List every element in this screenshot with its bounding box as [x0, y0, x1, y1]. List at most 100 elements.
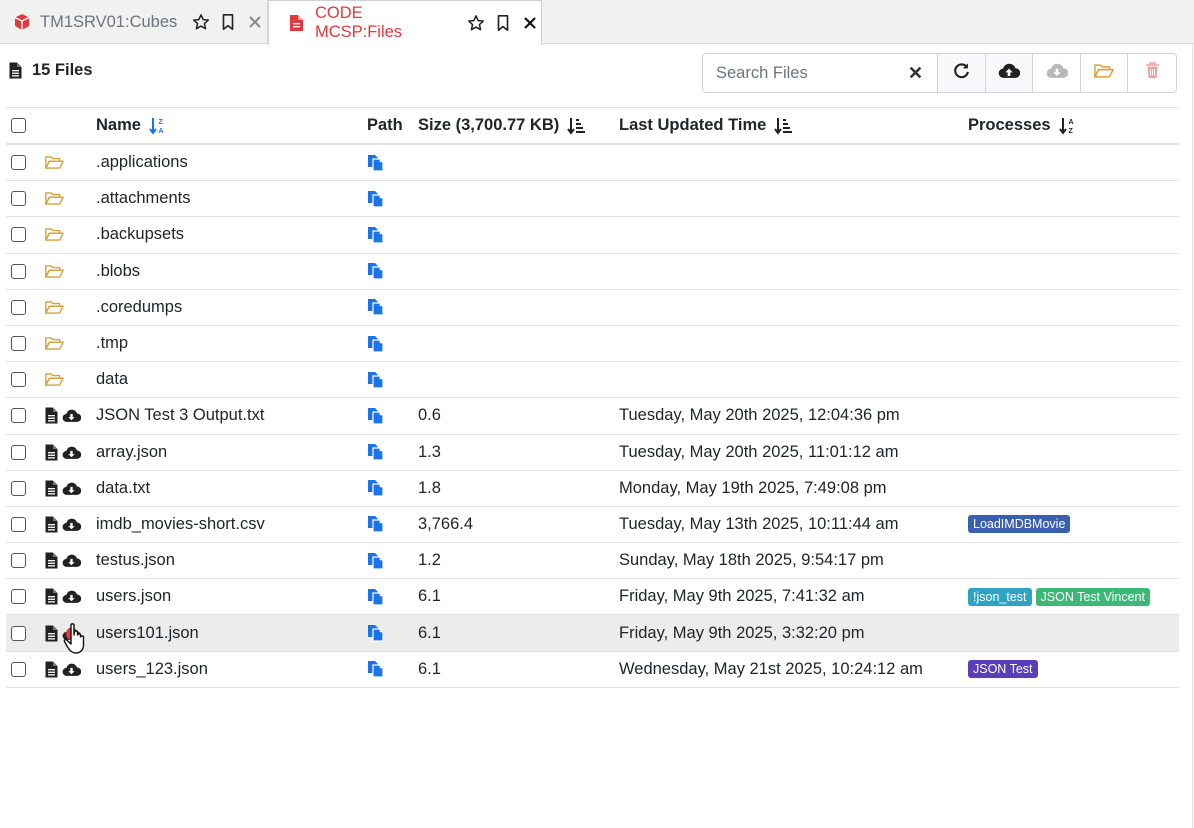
folder-row[interactable]: .applications [6, 145, 1179, 182]
file-name[interactable]: testus.json [96, 551, 175, 570]
file-row[interactable]: array.json 1.3 Tuesday, May 20th 2025, 11:… [6, 435, 1179, 471]
cloud-download-icon[interactable] [62, 662, 81, 677]
copy-path-icon[interactable] [367, 335, 384, 353]
copy-path-icon[interactable] [367, 624, 384, 642]
file-row[interactable]: users101.json 6.1 Friday, May 9th 2025, 3:… [6, 615, 1179, 652]
file-row[interactable]: data.txt 1.8 Monday, May 19th 2025, 7:49:0… [6, 471, 1179, 507]
cloud-download-icon[interactable] [62, 481, 81, 496]
clear-search-icon[interactable] [909, 66, 923, 80]
file-icon[interactable] [45, 588, 58, 605]
file-icon[interactable] [45, 480, 58, 497]
sort-alpha-asc-icon[interactable]: AZ [1058, 117, 1077, 135]
upload-button[interactable] [985, 54, 1034, 92]
folder-row[interactable]: .attachments [6, 181, 1179, 218]
star-icon[interactable] [465, 12, 487, 34]
close-icon[interactable] [519, 12, 541, 34]
copy-path-icon[interactable] [367, 479, 384, 497]
refresh-button[interactable] [938, 54, 986, 92]
close-icon[interactable] [244, 11, 266, 33]
folder-open-icon[interactable] [45, 300, 64, 315]
file-row[interactable]: JSON Test 3 Output.txt 0.6 Tuesday, May 20… [6, 398, 1179, 435]
folder-row[interactable]: .coredumps [6, 290, 1179, 326]
file-name[interactable]: users101.json [96, 624, 199, 643]
file-name[interactable]: data [96, 370, 128, 389]
sort-amount-icon[interactable] [774, 117, 793, 135]
sort-alpha-desc-icon[interactable]: ZA [149, 117, 167, 135]
copy-path-icon[interactable] [367, 371, 384, 389]
copy-path-icon[interactable] [367, 226, 384, 244]
copy-path-icon[interactable] [367, 588, 384, 606]
process-badge[interactable]: JSON Test Vincent [1035, 587, 1150, 606]
copy-path-icon[interactable] [367, 515, 384, 534]
cloud-download-icon[interactable] [62, 517, 81, 532]
row-checkbox[interactable] [11, 589, 26, 605]
process-badge[interactable]: LoadIMDBMovie [968, 515, 1071, 534]
row-checkbox[interactable] [11, 299, 26, 315]
column-processes[interactable]: Processes AZ [968, 108, 1077, 143]
file-name[interactable]: imdb_movies-short.csv [96, 515, 265, 534]
row-checkbox[interactable] [11, 444, 26, 460]
row-checkbox[interactable] [11, 155, 26, 171]
folder-open-icon[interactable] [45, 372, 64, 387]
column-size[interactable]: Size (3,700.77 KB) [418, 108, 586, 143]
sort-amount-icon[interactable] [567, 117, 586, 135]
process-badge[interactable]: JSON Test [968, 660, 1038, 679]
file-name[interactable]: .tmp [96, 334, 128, 353]
folder-row[interactable]: .blobs [6, 254, 1179, 290]
copy-path-icon[interactable] [367, 552, 384, 570]
file-name[interactable]: data.txt [96, 479, 150, 498]
select-all-checkbox[interactable] [11, 118, 26, 133]
row-checkbox[interactable] [11, 480, 26, 496]
file-row[interactable]: testus.json 1.2 Sunday, May 18th 2025, 9:5… [6, 543, 1179, 580]
copy-path-icon[interactable] [367, 154, 384, 172]
file-icon[interactable] [45, 552, 58, 569]
search-input[interactable] [703, 54, 937, 92]
row-checkbox[interactable] [11, 516, 26, 532]
column-time[interactable]: Last Updated Time [619, 108, 793, 143]
file-name[interactable]: users.json [96, 587, 171, 606]
file-icon[interactable] [45, 661, 58, 678]
folder-row[interactable]: .tmp [6, 326, 1179, 363]
folder-open-icon[interactable] [45, 155, 64, 170]
copy-path-icon[interactable] [367, 262, 384, 280]
file-name[interactable]: .attachments [96, 189, 190, 208]
file-name[interactable]: .backupsets [96, 225, 184, 244]
file-row[interactable]: users_123.json 6.1 Wednesday, May 21st 202… [6, 652, 1179, 688]
folder-open-icon[interactable] [45, 191, 64, 206]
copy-path-icon[interactable] [367, 190, 384, 208]
cloud-download-icon[interactable] [62, 408, 81, 423]
row-checkbox[interactable] [11, 625, 26, 641]
row-checkbox[interactable] [11, 263, 26, 279]
file-name[interactable]: array.json [96, 443, 167, 462]
file-icon[interactable] [45, 407, 58, 424]
file-name[interactable]: .coredumps [96, 298, 182, 317]
copy-path-icon[interactable] [367, 443, 384, 461]
folder-open-icon[interactable] [45, 336, 64, 351]
bookmark-icon[interactable] [492, 12, 514, 34]
copy-path-icon[interactable] [367, 660, 384, 678]
row-checkbox[interactable] [11, 191, 26, 207]
row-checkbox[interactable] [11, 372, 26, 388]
tab-files[interactable]: CODE MCSP:Files [268, 0, 542, 45]
folder-row[interactable]: .backupsets [6, 217, 1179, 254]
file-row[interactable]: users.json 6.1 Friday, May 9th 2025, 7:41:… [6, 579, 1179, 616]
cloud-download-icon[interactable] [62, 589, 81, 604]
star-icon[interactable] [190, 11, 212, 33]
file-name[interactable]: JSON Test 3 Output.txt [96, 406, 264, 425]
cloud-download-icon[interactable] [62, 445, 81, 460]
copy-path-icon[interactable] [367, 298, 384, 316]
file-icon[interactable] [45, 444, 58, 461]
row-checkbox[interactable] [11, 408, 26, 424]
copy-path-icon[interactable] [367, 407, 384, 425]
row-checkbox[interactable] [11, 553, 26, 569]
column-name[interactable]: Name ZA [96, 108, 167, 143]
open-folder-button[interactable] [1080, 54, 1129, 92]
file-name[interactable]: users_123.json [96, 660, 208, 679]
cloud-download-icon[interactable] [62, 553, 81, 568]
tab-cubes[interactable]: TM1SRV01:Cubes [0, 0, 268, 44]
file-name[interactable]: .blobs [96, 262, 140, 281]
delete-button[interactable] [1128, 54, 1176, 92]
file-name[interactable]: .applications [96, 153, 188, 172]
folder-row[interactable]: data [6, 362, 1179, 399]
folder-open-icon[interactable] [45, 264, 64, 279]
